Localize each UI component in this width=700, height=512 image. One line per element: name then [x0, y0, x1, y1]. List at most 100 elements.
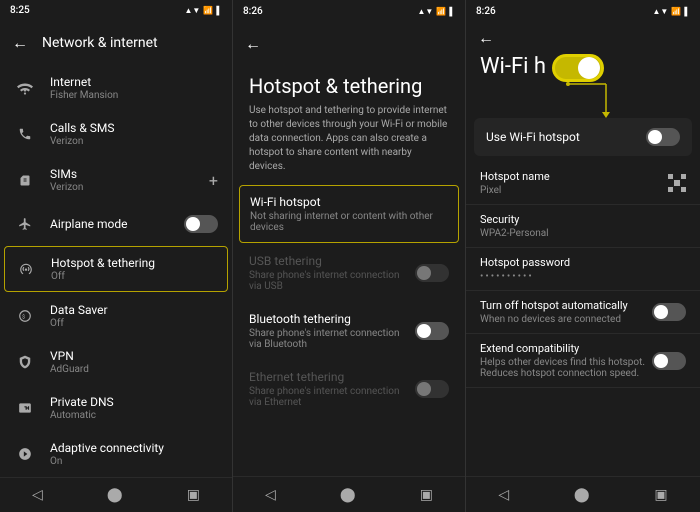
signal-icon: ▲▼ [185, 6, 201, 15]
datasaver-icon: $ [14, 305, 36, 327]
setting-extend-compat[interactable]: Extend compatibility Helps other devices… [466, 334, 700, 388]
hotspot-name-text: Hotspot name Pixel [480, 170, 668, 196]
wifi-big-toggle-knob [578, 57, 600, 79]
nav-back-mid[interactable]: ◁ [265, 487, 276, 503]
left-header: ← Network & internet [0, 21, 232, 65]
ethernet-toggle-knob [417, 382, 431, 396]
turn-off-text: Turn off hotspot automatically When no d… [480, 299, 652, 325]
wifi-status-icon-mid: 📶 [436, 7, 446, 16]
back-button-right[interactable]: ← [478, 28, 494, 47]
calls-icon [14, 123, 36, 145]
calls-text: Calls & SMS Verizon [50, 121, 218, 147]
toggle-arrow [566, 82, 616, 118]
turn-off-label: Turn off hotspot automatically [480, 299, 652, 312]
ethernet-title: Ethernet tethering [249, 370, 405, 384]
use-wifi-hotspot-row[interactable]: Use Wi-Fi hotspot [474, 118, 692, 156]
bluetooth-title: Bluetooth tethering [249, 312, 405, 326]
use-wifi-hotspot-label: Use Wi-Fi hotspot [486, 130, 636, 144]
dns-text: Private DNS Automatic [50, 395, 218, 421]
bluetooth-toggle[interactable] [415, 322, 449, 340]
status-bar-mid: 8:26 ▲▼ 📶 ▌ [233, 0, 465, 22]
datasaver-subtitle: Off [50, 318, 218, 329]
hotspot-name-value: Pixel [480, 185, 668, 196]
battery-icon: ▌ [216, 6, 222, 15]
datasaver-title: Data Saver [50, 303, 218, 317]
sims-subtitle: Verizon [50, 182, 195, 193]
nav-recents-right[interactable]: ▣ [654, 487, 667, 503]
menu-item-airplane[interactable]: Airplane mode [0, 203, 232, 245]
airplane-toggle-knob [186, 217, 200, 231]
setting-security[interactable]: Security WPA2-Personal [466, 205, 700, 248]
wifi-status-icon-right: 📶 [671, 7, 681, 16]
left-panel-title: Network & internet [42, 35, 158, 51]
sims-title: SIMs [50, 167, 195, 181]
vpn-subtitle: AdGuard [50, 364, 218, 375]
menu-item-datasaver[interactable]: $ Data Saver Off [0, 293, 232, 339]
mid-item-usb[interactable]: USB tethering Share phone's internet con… [233, 244, 465, 302]
dns-title: Private DNS [50, 395, 218, 409]
menu-item-hotspot[interactable]: Hotspot & tethering Off [4, 246, 228, 292]
status-bar-left: 8:25 ▲▼ 📶 ▌ [0, 0, 232, 21]
hotspot-icon [15, 258, 37, 280]
menu-item-internet[interactable]: Internet Fisher Mansion [0, 65, 232, 111]
nav-recents-mid[interactable]: ▣ [420, 487, 433, 503]
setting-turn-off-auto[interactable]: Turn off hotspot automatically When no d… [466, 291, 700, 334]
time-right: 8:26 [476, 6, 496, 17]
calls-title: Calls & SMS [50, 121, 218, 135]
mid-item-bluetooth[interactable]: Bluetooth tethering Share phone's intern… [233, 302, 465, 360]
nav-home-mid[interactable]: ⬤ [340, 487, 356, 503]
bottom-nav-mid: ◁ ⬤ ▣ [233, 476, 465, 512]
extend-toggle[interactable] [652, 352, 686, 370]
bluetooth-sub: Share phone's internet connection via Bl… [249, 328, 405, 350]
nav-back-right[interactable]: ◁ [498, 487, 509, 503]
turn-off-toggle-knob [654, 305, 668, 319]
use-hotspot-toggle-knob [648, 130, 662, 144]
battery-icon-mid: ▌ [449, 7, 455, 16]
extend-text: Extend compatibility Helps other devices… [480, 342, 652, 379]
menu-item-vpn[interactable]: VPN AdGuard [0, 339, 232, 385]
signal-icon-right: ▲▼ [653, 7, 669, 16]
wifi-hotspot-title: Wi-Fi hotspot [250, 195, 448, 209]
nav-back-left[interactable]: ◁ [32, 487, 43, 503]
password-value: •••••••••• [480, 271, 686, 282]
bottom-nav-left: ◁ ⬤ ▣ [0, 477, 232, 512]
back-button-mid[interactable]: ← [245, 34, 261, 54]
wifi-big-toggle[interactable] [552, 54, 604, 82]
back-button-left[interactable]: ← [12, 33, 28, 53]
status-bar-right: 8:26 ▲▼ 📶 ▌ [466, 0, 700, 22]
menu-item-calls[interactable]: Calls & SMS Verizon [0, 111, 232, 157]
ethernet-text: Ethernet tethering Share phone's interne… [249, 370, 405, 408]
airplane-toggle[interactable] [184, 215, 218, 233]
calls-subtitle: Verizon [50, 136, 218, 147]
big-toggle-container [552, 54, 604, 82]
mid-item-wifi-hotspot[interactable]: Wi-Fi hotspot Not sharing internet or co… [239, 185, 459, 243]
vpn-text: VPN AdGuard [50, 349, 218, 375]
security-text: Security WPA2-Personal [480, 213, 686, 239]
mid-item-ethernet[interactable]: Ethernet tethering Share phone's interne… [233, 360, 465, 418]
time-mid: 8:26 [243, 6, 263, 17]
setting-hotspot-name[interactable]: Hotspot name Pixel [466, 162, 700, 205]
nav-recents-left[interactable]: ▣ [187, 487, 200, 503]
sims-add-icon[interactable]: + [209, 171, 218, 190]
usb-text: USB tethering Share phone's internet con… [249, 254, 405, 292]
use-hotspot-toggle[interactable] [646, 128, 680, 146]
menu-item-sims[interactable]: SIMs Verizon + [0, 157, 232, 203]
extend-label: Extend compatibility [480, 342, 652, 355]
nav-home-right[interactable]: ⬤ [574, 487, 590, 503]
internet-text: Internet Fisher Mansion [50, 75, 218, 101]
dns-subtitle: Automatic [50, 410, 218, 421]
setting-hotspot-password[interactable]: Hotspot password •••••••••• [466, 248, 700, 291]
battery-icon-right: ▌ [684, 7, 690, 16]
turn-off-toggle[interactable] [652, 303, 686, 321]
nav-home-left[interactable]: ⬤ [107, 487, 123, 503]
bluetooth-toggle-knob [417, 324, 431, 338]
usb-toggle [415, 264, 449, 282]
menu-item-adaptive[interactable]: Adaptive connectivity On [0, 431, 232, 477]
extend-value: Helps other devices find this hotspot. R… [480, 357, 652, 379]
menu-item-dns[interactable]: Private DNS Automatic [0, 385, 232, 431]
security-value: WPA2-Personal [480, 228, 686, 239]
bottom-nav-right: ◁ ⬤ ▣ [466, 476, 700, 512]
wifi-status-icon: 📶 [203, 6, 213, 15]
internet-title: Internet [50, 75, 218, 89]
security-label: Security [480, 213, 686, 226]
